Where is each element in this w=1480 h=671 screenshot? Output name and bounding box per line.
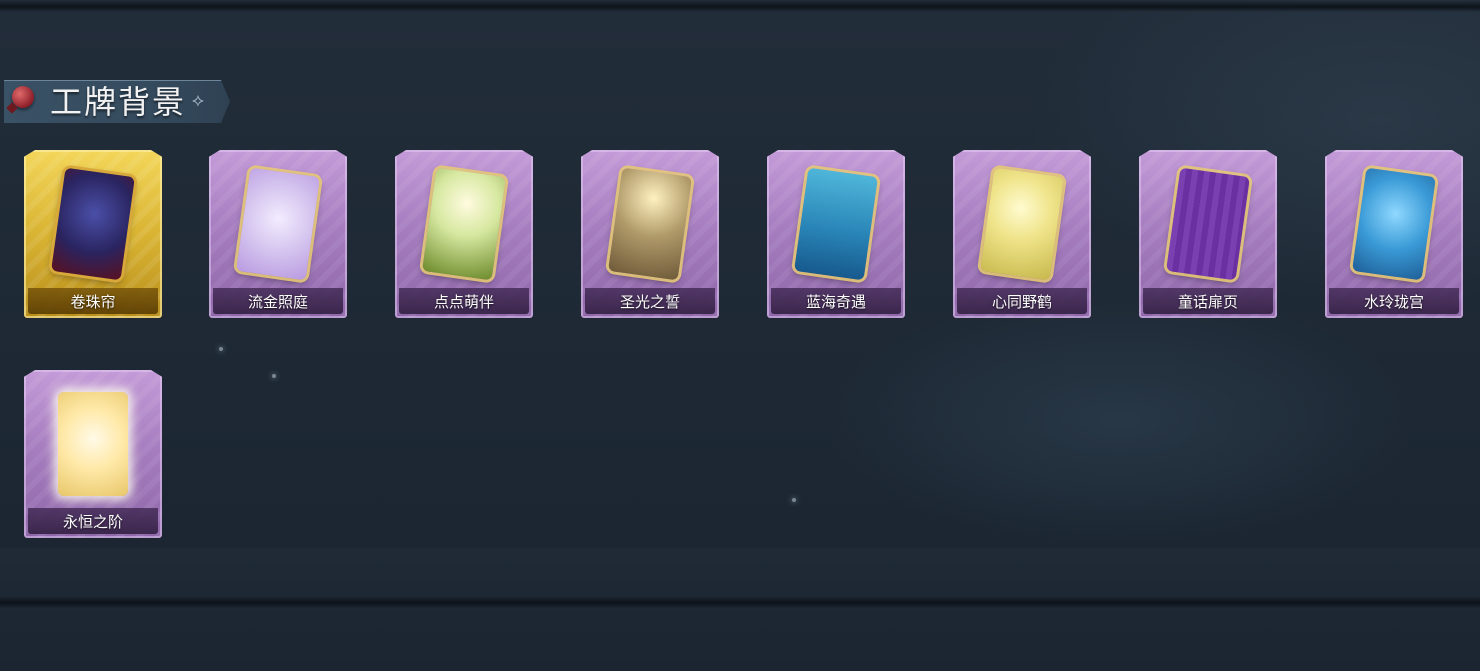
card-item[interactable]: 流金照庭 (209, 150, 347, 318)
curtain-card-icon (51, 167, 135, 281)
card-item[interactable]: 圣光之誓 (581, 150, 719, 318)
crane-card-icon (980, 167, 1064, 281)
card-label: 童话扉页 (1177, 293, 1238, 311)
sparkle (219, 347, 223, 351)
holy-light-card-icon (608, 167, 692, 281)
ocean-card-icon (794, 167, 878, 281)
section-header: 工牌背景 ⟡ (4, 80, 230, 123)
card-item[interactable]: 心同野鹤 (953, 150, 1091, 318)
card-item[interactable]: 永恒之阶 (24, 370, 162, 538)
card-item[interactable]: 卷珠帘 (24, 150, 162, 318)
card-item[interactable]: 水玲珑宫 (1325, 150, 1463, 318)
card-label: 流金照庭 (247, 293, 308, 311)
eternal-steps-card-icon (58, 392, 128, 496)
meadow-card-icon (422, 167, 506, 281)
section-title: 工牌背景 (50, 83, 187, 121)
card-label: 心同野鹤 (991, 293, 1052, 311)
sparkle (792, 498, 796, 502)
fairytale-page-card-icon (1166, 167, 1250, 281)
card-item[interactable]: 童话扉页 (1139, 150, 1277, 318)
golden-frame-card-icon (236, 167, 320, 281)
card-label: 永恒之阶 (62, 513, 123, 531)
torn-edge-top (0, 0, 1480, 12)
card-label: 蓝海奇遇 (805, 293, 866, 311)
sparkle (272, 374, 276, 378)
card-label: 圣光之誓 (619, 293, 680, 311)
game-screen: 工牌背景 ⟡ 卷珠帘 流金照庭 点点萌伴 圣光之誓 蓝海奇遇 心同野鹤 童话扉页… (0, 0, 1480, 671)
card-item[interactable]: 点点萌伴 (395, 150, 533, 318)
torn-edge-bottom (0, 596, 1480, 608)
scroll-ornament-icon: ⟡ (192, 90, 204, 111)
card-label: 水玲珑宫 (1363, 293, 1424, 311)
water-palace-card-icon (1352, 167, 1436, 281)
card-item[interactable]: 蓝海奇遇 (767, 150, 905, 318)
card-label: 卷珠帘 (70, 293, 116, 311)
lower-band (0, 548, 1480, 671)
card-label: 点点萌伴 (433, 293, 494, 311)
